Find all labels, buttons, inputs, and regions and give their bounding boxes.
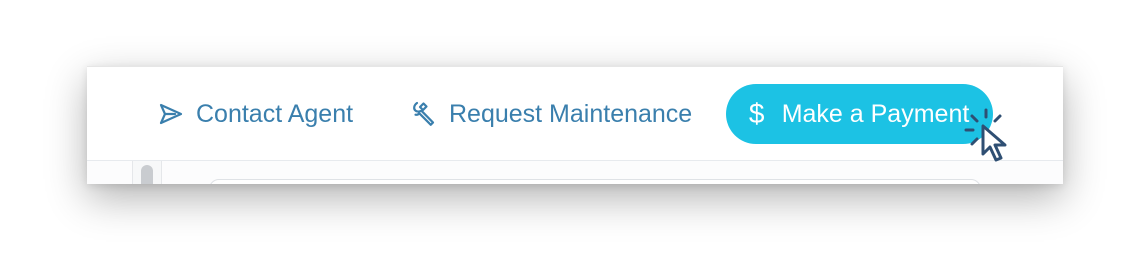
request-maintenance-link[interactable]: Request Maintenance (409, 84, 692, 144)
action-toolbar: Contact Agent Request Maintenance $ Make… (87, 66, 1063, 161)
contact-agent-link[interactable]: Contact Agent (156, 84, 353, 144)
contact-agent-label: Contact Agent (196, 99, 354, 128)
content-card-outline (209, 179, 981, 184)
make-payment-label: Make a Payment (781, 99, 970, 128)
scrollbar-thumb[interactable] (141, 165, 153, 184)
content-area (87, 161, 1063, 184)
wrench-icon (409, 99, 439, 129)
make-payment-button[interactable]: $ Make a Payment (726, 84, 993, 144)
screenshot-stage: Contact Agent Request Maintenance $ Make… (0, 0, 1127, 269)
paper-plane-icon (156, 99, 186, 129)
portal-panel: Contact Agent Request Maintenance $ Make… (87, 66, 1063, 184)
vertical-scrollbar[interactable] (132, 161, 162, 184)
request-maintenance-label: Request Maintenance (449, 99, 693, 128)
dollar-icon: $ (748, 98, 765, 129)
